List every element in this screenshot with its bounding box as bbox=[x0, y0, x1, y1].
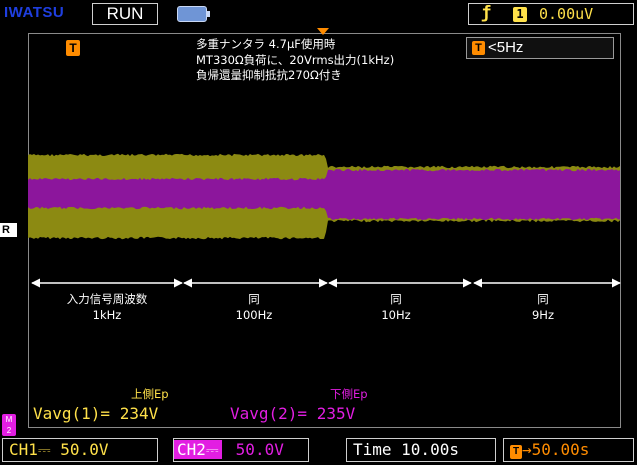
segment-4-title: 同 bbox=[537, 292, 549, 306]
segment-3-frequency: 10Hz bbox=[381, 308, 411, 322]
segment-1-title: 入力信号周波数 bbox=[66, 292, 148, 306]
segment-arrows bbox=[31, 278, 621, 288]
lower-ep-label: 下側Ep bbox=[330, 387, 368, 401]
segment-2-frequency: 100Hz bbox=[235, 308, 273, 322]
trigger-delay-value: 50.00s bbox=[531, 440, 590, 459]
vavg2-measurement: Vavg(2)= 235V bbox=[230, 404, 356, 423]
trigger-position-marker-icon[interactable] bbox=[317, 28, 329, 35]
bottom-status-bar: CH1⎓ 50.0V CH2⎓ 50.0V Time 10.00s T →50.00… bbox=[0, 436, 637, 465]
trigger-time-marker[interactable]: T bbox=[66, 40, 80, 56]
segment-label-4: 同 9Hz bbox=[473, 291, 613, 323]
segment-1-frequency: 1kHz bbox=[92, 308, 122, 322]
brand-logo: IWATSU bbox=[4, 4, 65, 21]
segment-label-1: 入力信号周波数 1kHz bbox=[37, 291, 177, 323]
trigger-delay[interactable]: T →50.00s bbox=[503, 438, 634, 462]
ch2-level-marker[interactable]: M2 bbox=[2, 414, 16, 436]
ch1-scale[interactable]: CH1⎓ 50.0V bbox=[2, 438, 158, 462]
trigger-delay-icon: T bbox=[510, 445, 522, 459]
segment-label-3: 同 10Hz bbox=[326, 291, 466, 323]
waveform-traces bbox=[28, 153, 620, 240]
trigger-delay-arrow: → bbox=[522, 440, 532, 459]
battery-icon bbox=[177, 6, 210, 22]
filter-label: <5Hz bbox=[488, 39, 524, 56]
annotation-line-1: 多重ナンタラ 4.7μF使用時 bbox=[196, 37, 336, 51]
annotation-text: 多重ナンタラ 4.7μF使用時 MT330Ω負荷に、20Vrms出力(1kHz)… bbox=[196, 37, 394, 84]
segment-3-title: 同 bbox=[390, 292, 402, 306]
ch2-value: 50.0V bbox=[235, 440, 284, 459]
lowpass-filter-indicator[interactable]: T <5Hz bbox=[466, 37, 614, 59]
trigger-settings[interactable]: ƒ 1 0.00uV bbox=[468, 3, 634, 25]
trigger-source-badge: 1 bbox=[513, 7, 527, 22]
upper-ep-label: 上側Ep bbox=[131, 387, 169, 401]
run-stop-status[interactable]: RUN bbox=[92, 3, 158, 25]
trigger-level: 0.00uV bbox=[539, 5, 594, 23]
segment-label-2: 同 100Hz bbox=[184, 291, 324, 323]
annotation-line-3: 負帰還量抑制抵抗270Ω付き bbox=[196, 68, 342, 82]
timebase-setting[interactable]: Time 10.00s bbox=[346, 438, 496, 462]
rising-edge-icon: ƒ bbox=[481, 3, 492, 23]
segment-4-frequency: 9Hz bbox=[531, 308, 554, 322]
reference-marker[interactable]: R bbox=[0, 223, 17, 237]
trigger-icon: T bbox=[472, 41, 485, 55]
top-status-bar: IWATSU RUN ƒ 1 0.00uV bbox=[0, 0, 637, 28]
ch2-tag: CH2⎓ bbox=[174, 440, 222, 459]
vavg1-measurement: Vavg(1)= 234V bbox=[33, 404, 159, 423]
annotation-line-2: MT330Ω負荷に、20Vrms出力(1kHz) bbox=[196, 52, 395, 67]
ch2-scale[interactable]: CH2⎓ 50.0V bbox=[173, 438, 309, 462]
segment-2-title: 同 bbox=[248, 292, 260, 306]
